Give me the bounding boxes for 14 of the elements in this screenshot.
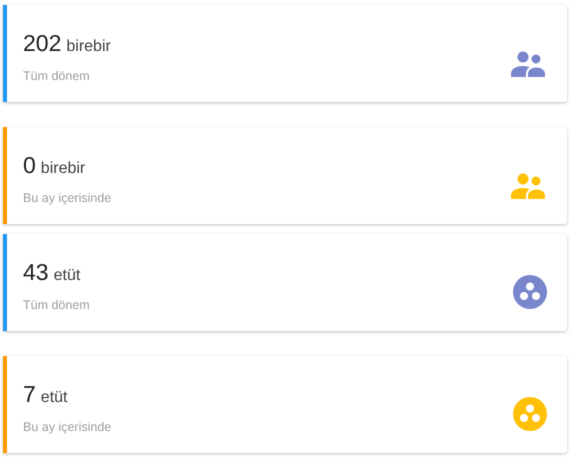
period-label: Bu ay içerisinde <box>23 420 112 434</box>
period-label: Bu ay içerisinde <box>23 191 112 205</box>
period-label: Tüm dönem <box>23 298 90 312</box>
stat-value: 0 <box>23 152 36 179</box>
stat-value: 202 <box>23 30 62 57</box>
stat-unit: etüt <box>54 267 80 285</box>
period-label: Tüm dönem <box>23 69 91 83</box>
stat-value: 7 <box>23 381 36 408</box>
people-icon <box>511 173 547 199</box>
stat-unit: birebir <box>66 38 111 56</box>
people-icon <box>511 51 547 77</box>
stat-unit: etüt <box>40 389 68 407</box>
stat-value: 43 <box>23 259 49 286</box>
stat-unit: birebir <box>40 160 86 178</box>
